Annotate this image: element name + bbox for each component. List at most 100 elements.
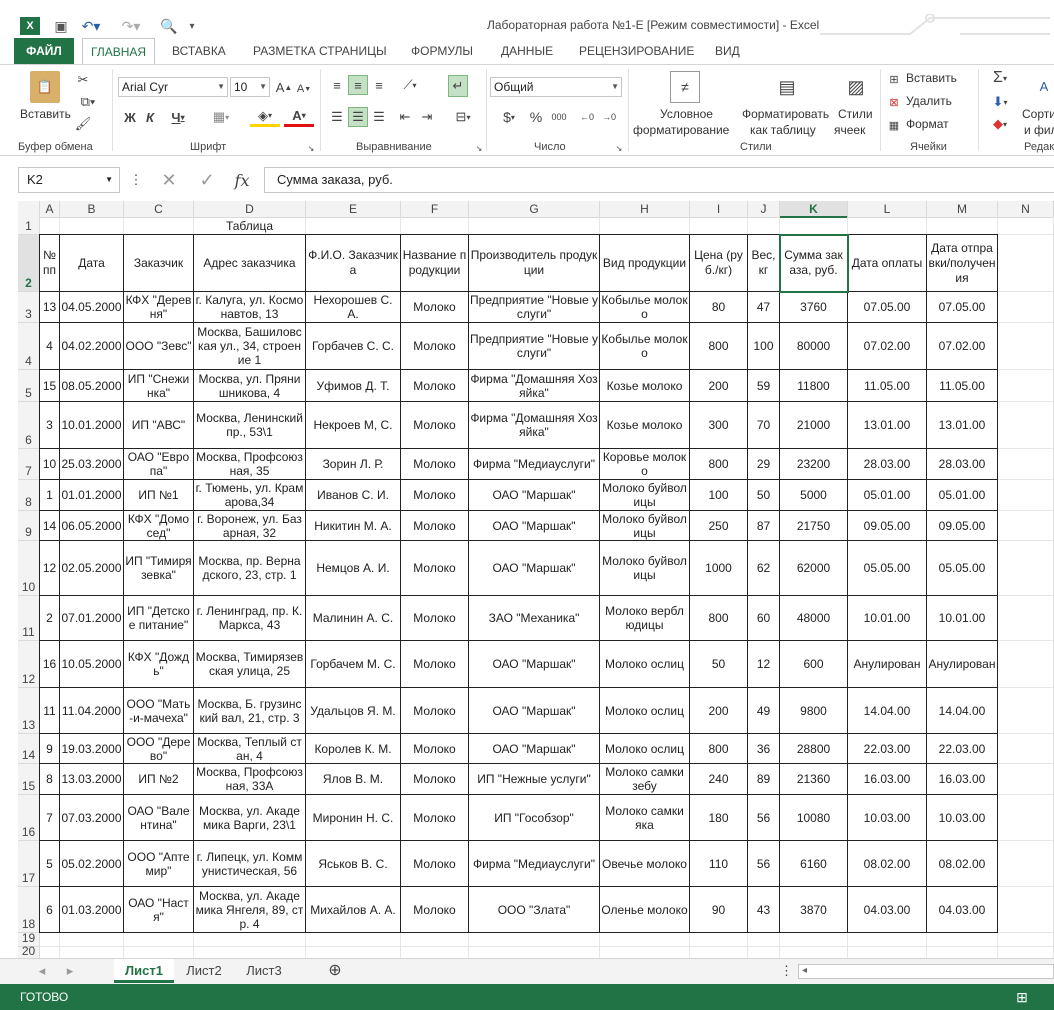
table-cell[interactable]: 43 — [748, 887, 780, 933]
horizontal-scrollbar[interactable]: ◂ — [798, 964, 1054, 979]
cell[interactable] — [998, 480, 1054, 511]
dialog-launcher-icon[interactable]: ↘ — [614, 143, 624, 153]
insert-cells-button[interactable]: Вставить — [906, 71, 957, 85]
cell-styles-line1[interactable]: Стили — [838, 107, 873, 121]
table-cell[interactable]: Молоко самки зебу — [600, 764, 690, 795]
table-cell[interactable]: 09.05.00 — [848, 511, 927, 541]
table-cell[interactable]: Молоко — [401, 841, 469, 887]
table-cell[interactable]: 28.03.00 — [927, 449, 998, 480]
table-cell[interactable]: ООО "Дерево" — [124, 734, 194, 764]
table-cell[interactable]: ОАО "Маршак" — [469, 541, 600, 596]
font-name-select[interactable]: Arial Cyr ▼ — [118, 77, 228, 97]
row-header-5[interactable]: 5 — [18, 370, 40, 402]
table-cell[interactable]: ОАО "Маршак" — [469, 734, 600, 764]
table-cell[interactable]: Молоко самки яка — [600, 795, 690, 841]
table-cell[interactable]: Молоко — [401, 292, 469, 323]
table-cell[interactable]: 11800 — [780, 370, 848, 402]
table-cell[interactable]: Козье молоко — [600, 370, 690, 402]
more-options-icon[interactable]: ⋮ — [130, 170, 143, 190]
table-cell[interactable]: 200 — [690, 370, 748, 402]
table-cell[interactable]: Молоко — [401, 795, 469, 841]
table-cell[interactable]: Овечье молоко — [600, 841, 690, 887]
table-cell[interactable]: Яськов В. С. — [306, 841, 401, 887]
table-cell[interactable]: 9 — [40, 734, 60, 764]
cell[interactable] — [600, 217, 690, 235]
table-cell[interactable]: 05.05.00 — [848, 541, 927, 596]
table-cell[interactable]: 800 — [690, 596, 748, 641]
cell[interactable] — [194, 933, 306, 947]
cut-icon[interactable]: ✂ — [74, 71, 92, 89]
table-cell[interactable]: 22.03.00 — [848, 734, 927, 764]
column-header-d[interactable]: D — [194, 201, 306, 218]
table-cell[interactable]: ООО "Мать-и-мачеха" — [124, 688, 194, 734]
column-header-b[interactable]: B — [60, 201, 124, 218]
table-cell[interactable]: Удальцов Я. М. — [306, 688, 401, 734]
table-cell[interactable]: ИП №2 — [124, 764, 194, 795]
cell[interactable] — [998, 764, 1054, 795]
cell[interactable] — [998, 841, 1054, 887]
row-header-3[interactable]: 3 — [18, 292, 40, 323]
column-header-g[interactable]: G — [469, 201, 600, 218]
table-cell[interactable]: КФХ "Деревня" — [124, 292, 194, 323]
table-cell[interactable]: 02.05.2000 — [60, 541, 124, 596]
fill-icon[interactable]: ⬇ ▾ — [986, 93, 1014, 111]
italic-icon[interactable]: К — [142, 107, 158, 127]
row-header-11[interactable]: 11 — [18, 596, 40, 641]
tab-insert[interactable]: ВСТАВКА — [164, 38, 234, 64]
table-cell[interactable]: Фирма "Медиауслуги" — [469, 841, 600, 887]
cell[interactable] — [401, 933, 469, 947]
cell[interactable] — [998, 449, 1054, 480]
table-cell[interactable]: ЗАО "Механика" — [469, 596, 600, 641]
increase-decimal-icon[interactable]: ←0 — [578, 107, 596, 127]
cell-styles-icon[interactable]: ▨ — [842, 71, 870, 103]
cell[interactable] — [306, 217, 401, 235]
column-title[interactable]: Производитель продукции — [469, 235, 600, 292]
table-cell[interactable]: КФХ "Домосед" — [124, 511, 194, 541]
row-header-7[interactable]: 7 — [18, 449, 40, 480]
table-cell[interactable]: 56 — [748, 841, 780, 887]
table-cell[interactable]: 110 — [690, 841, 748, 887]
table-cell[interactable]: Москва, Профсоюзная, 33А — [194, 764, 306, 795]
delete-cells-icon[interactable]: ⊠ — [886, 94, 902, 110]
cell[interactable] — [780, 217, 848, 235]
table-cell[interactable]: 13.03.2000 — [60, 764, 124, 795]
enter-icon[interactable]: ✓ — [196, 170, 218, 190]
table-cell[interactable]: 11 — [40, 688, 60, 734]
table-cell[interactable]: Молоко ослиц — [600, 641, 690, 688]
table-cell[interactable]: Кобылье молоко — [600, 323, 690, 370]
increase-indent-icon[interactable]: ⇥ — [418, 107, 436, 127]
cell[interactable] — [998, 596, 1054, 641]
paste-button[interactable]: Вставить — [20, 107, 71, 121]
table-cell[interactable]: Молоко ослиц — [600, 734, 690, 764]
table-cell[interactable]: Молоко — [401, 480, 469, 511]
sort-filter-icon[interactable]: А — [1034, 71, 1054, 101]
column-header-k[interactable]: K — [780, 201, 848, 218]
row-header-12[interactable]: 12 — [18, 641, 40, 688]
table-cell[interactable]: 06.05.2000 — [60, 511, 124, 541]
table-cell[interactable]: 21000 — [780, 402, 848, 449]
column-header-h[interactable]: H — [600, 201, 690, 218]
row-header-10[interactable]: 10 — [18, 541, 40, 596]
table-cell[interactable]: 800 — [690, 449, 748, 480]
table-cell[interactable]: Анулирован — [848, 641, 927, 688]
table-cell[interactable]: 07.01.2000 — [60, 596, 124, 641]
column-header-l[interactable]: L — [848, 201, 927, 218]
customize-toolbar-icon[interactable]: ▾ — [186, 17, 198, 35]
table-cell[interactable]: ОАО "Валентина" — [124, 795, 194, 841]
table-cell[interactable]: Малинин А. С. — [306, 596, 401, 641]
table-cell[interactable]: 240 — [690, 764, 748, 795]
table-cell[interactable]: Москва, Теплый стан, 4 — [194, 734, 306, 764]
font-size-select[interactable]: 10 ▼ — [230, 77, 270, 97]
table-cell[interactable]: 62 — [748, 541, 780, 596]
table-cell[interactable]: Горбачев С. С. — [306, 323, 401, 370]
table-cell[interactable]: Михайлов А. А. — [306, 887, 401, 933]
table-cell[interactable]: 05.01.00 — [927, 480, 998, 511]
table-cell[interactable]: 8 — [40, 764, 60, 795]
table-cell[interactable]: Фирма "Домашняя Хозяйка" — [469, 370, 600, 402]
cell[interactable] — [998, 292, 1054, 323]
column-title[interactable]: Ф.И.О. Заказчика — [306, 235, 401, 292]
table-cell[interactable]: Москва, ул. Академика Янгеля, 89, стр. 4 — [194, 887, 306, 933]
table-cell[interactable]: 04.03.00 — [927, 887, 998, 933]
sheet-tab-3[interactable]: Лист3 — [238, 959, 290, 983]
conditional-formatting-icon[interactable]: ≠ — [670, 71, 700, 103]
